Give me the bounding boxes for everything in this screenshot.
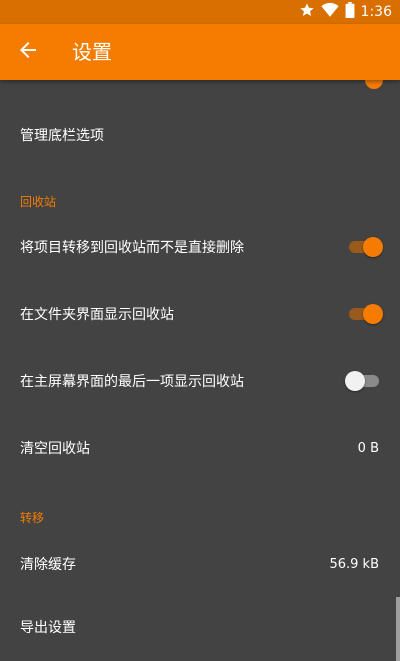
export-settings-row[interactable]: 导出设置	[0, 599, 400, 655]
recycle-bin-size: 0 B	[357, 440, 379, 456]
cache-size: 56.9 kB	[329, 556, 379, 572]
back-button[interactable]	[12, 36, 44, 68]
empty-recycle-bin-label: 清空回收站	[20, 441, 90, 457]
app-bar: 设置	[0, 24, 400, 80]
transfer-header: 转移	[20, 511, 45, 525]
wifi-icon	[320, 2, 339, 22]
status-bar: 1:36	[0, 0, 400, 24]
show-last-on-main-row[interactable]: 在主屏幕界面的最后一项显示回收站	[0, 353, 400, 409]
page-title: 设置	[72, 40, 112, 64]
partial-switch-thumb	[365, 80, 383, 89]
status-time: 1:36	[360, 4, 392, 20]
show-in-folders-switch[interactable]	[345, 303, 385, 325]
export-settings-label: 导出设置	[20, 620, 76, 636]
settings-screen: 1:36 设置 管理底栏选项 回收站 将项目转移到回收站而不是直接删除 在文件夹…	[0, 0, 400, 661]
switch-thumb	[363, 237, 383, 257]
arrow-left-icon	[16, 38, 40, 66]
empty-recycle-bin-row[interactable]: 清空回收站 0 B	[0, 420, 400, 476]
move-to-recycle-bin-row[interactable]: 将项目转移到回收站而不是直接删除	[0, 219, 400, 275]
switch-thumb	[345, 371, 365, 391]
show-last-on-main-label: 在主屏幕界面的最后一项显示回收站	[20, 374, 244, 390]
move-to-recycle-bin-label: 将项目转移到回收站而不是直接删除	[20, 240, 244, 256]
manage-bottom-bar-label: 管理底栏选项	[20, 128, 104, 144]
show-last-on-main-switch[interactable]	[345, 370, 385, 392]
clear-cache-row[interactable]: 清除缓存 56.9 kB	[0, 536, 400, 592]
show-in-folders-label: 在文件夹界面显示回收站	[20, 307, 174, 323]
clear-cache-label: 清除缓存	[20, 557, 76, 573]
star-icon	[299, 2, 315, 22]
recycle-bin-header: 回收站	[20, 195, 57, 209]
status-icons: 1:36	[299, 0, 392, 24]
battery-icon	[345, 2, 355, 22]
switch-thumb	[363, 304, 383, 324]
manage-bottom-bar-row[interactable]: 管理底栏选项	[0, 107, 400, 163]
show-in-folders-row[interactable]: 在文件夹界面显示回收站	[0, 286, 400, 342]
scrollbar[interactable]	[396, 597, 400, 661]
settings-list: 管理底栏选项 回收站 将项目转移到回收站而不是直接删除 在文件夹界面显示回收站 …	[0, 80, 400, 661]
move-to-recycle-bin-switch[interactable]	[345, 236, 385, 258]
